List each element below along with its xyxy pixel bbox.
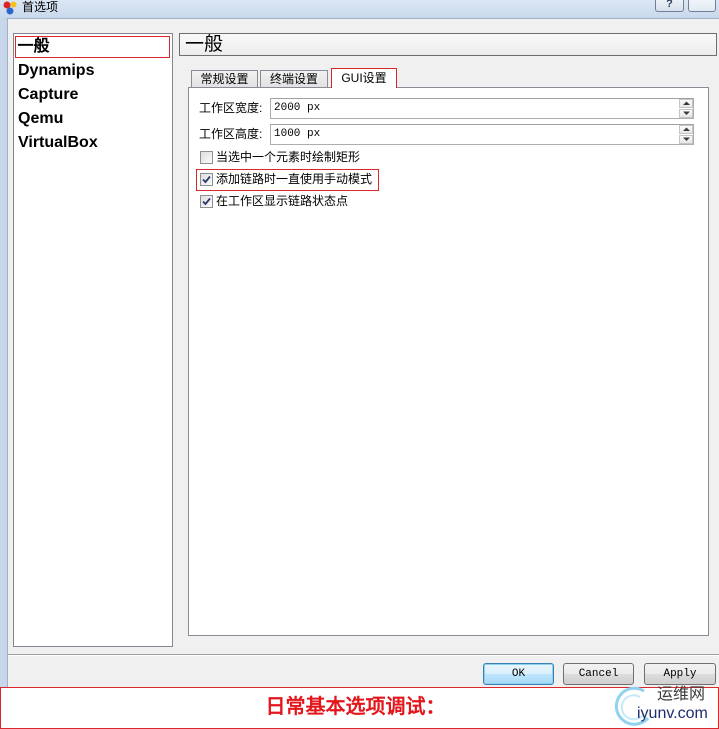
ok-button[interactable]: OK (483, 663, 554, 685)
option-label: 在工作区显示链路状态点 (216, 194, 349, 208)
scene-width-label: 工作区宽度: (199, 101, 263, 115)
title-bar[interactable]: 首选项 ? (0, 0, 719, 18)
tab-label: 常规设置 (200, 72, 249, 86)
option-label: 添加链路时一直使用手动模式 (216, 172, 373, 186)
preferences-sidebar: 一般 Dynamips Capture Qemu VirtualBox (13, 33, 173, 647)
spin-down-button[interactable] (679, 109, 693, 118)
manual-link-mode-checkbox[interactable] (200, 173, 213, 186)
scene-height-label: 工作区高度: (199, 127, 263, 141)
sidebar-item-label: Dynamips (18, 62, 95, 79)
sidebar-item-qemu[interactable]: Qemu (15, 107, 170, 131)
spin-up-button[interactable] (679, 99, 693, 108)
watermark-name: 运维网 (657, 686, 706, 703)
option-link-status-points[interactable]: 在工作区显示链路状态点 (189, 194, 589, 210)
page-title: 一般 (179, 33, 717, 56)
option-draw-rectangle[interactable]: 当选中一个元素时绘制矩形 (189, 150, 589, 166)
spin-down-button[interactable] (679, 135, 693, 144)
spin-up-icon (683, 127, 690, 131)
scene-width-spinbox[interactable]: 2000 px (270, 98, 694, 119)
spin-buttons (679, 125, 693, 144)
option-label: 当选中一个元素时绘制矩形 (216, 150, 361, 164)
option-manual-link-mode[interactable]: 添加链路时一直使用手动模式 (189, 169, 589, 191)
scene-height-value[interactable]: 1000 px (274, 125, 320, 144)
checkmark-icon (202, 197, 211, 206)
tab-general-settings[interactable]: 常规设置 (191, 70, 258, 88)
close-button[interactable] (688, 0, 716, 12)
sidebar-item-label: Qemu (18, 110, 64, 127)
button-divider (8, 654, 719, 656)
tab-label: GUI设置 (341, 71, 387, 85)
scene-height-spinbox[interactable]: 1000 px (270, 124, 694, 145)
tab-gui-settings[interactable]: GUI设置 (331, 68, 397, 88)
spin-down-icon (683, 111, 690, 115)
help-button[interactable]: ? (655, 0, 684, 12)
spin-up-icon (683, 101, 690, 105)
sidebar-item-label: Capture (18, 86, 79, 103)
sidebar-item-general[interactable]: 一般 (15, 36, 170, 58)
tab-label: 终端设置 (269, 72, 318, 86)
help-icon: ? (666, 0, 673, 10)
cancel-button[interactable]: Cancel (563, 663, 634, 685)
link-status-points-checkbox[interactable] (200, 195, 213, 208)
sidebar-item-label: 一般 (17, 38, 50, 55)
spin-up-button[interactable] (679, 125, 693, 134)
apply-button[interactable]: Apply (644, 663, 716, 685)
sidebar-item-virtualbox[interactable]: VirtualBox (15, 131, 170, 155)
tab-panel-gui: 工作区宽度: 2000 px 工作区高度: 1000 px 当选中一个元素时绘制 (188, 87, 709, 636)
app-logo-icon (3, 1, 17, 15)
window-title: 首选项 (22, 0, 59, 14)
app-icon (2, 0, 18, 15)
sidebar-item-dynamips[interactable]: Dynamips (15, 59, 170, 83)
checkmark-icon (202, 175, 211, 184)
draw-rectangle-checkbox[interactable] (200, 151, 213, 164)
watermark-domain: iyunv.com (637, 705, 708, 722)
spin-buttons (679, 99, 693, 118)
spin-down-icon (683, 137, 690, 141)
sidebar-item-capture[interactable]: Capture (15, 83, 170, 107)
scene-width-value[interactable]: 2000 px (274, 99, 320, 118)
tab-terminal-settings[interactable]: 终端设置 (260, 70, 328, 88)
sidebar-item-label: VirtualBox (18, 134, 98, 151)
